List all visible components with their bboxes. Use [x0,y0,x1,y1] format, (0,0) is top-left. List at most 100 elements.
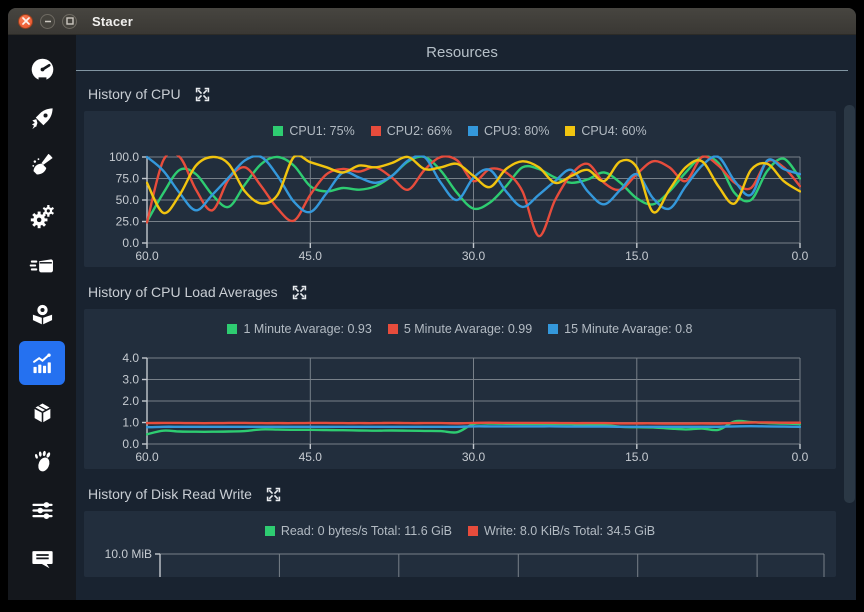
page-header: Resources [76,35,848,71]
sidebar-item-system-cleaner[interactable] [19,145,65,189]
stacer-window: Stacer [8,8,856,600]
cpu-legend: CPU1: 75% CPU2: 66% CPU3: 80% CPU4: 60% [84,119,836,143]
rocket-icon [29,105,56,132]
section-title: History of Disk Read Write [88,486,252,502]
svg-text:45.0: 45.0 [299,249,323,263]
svg-text:15.0: 15.0 [625,450,649,464]
screen: Stacer [0,0,864,612]
svg-text:75.0: 75.0 [116,172,140,186]
processes-icon [29,252,56,279]
minimize-button[interactable] [40,14,55,29]
maximize-button[interactable] [62,14,77,29]
legend-label: Write: 8.0 KiB/s Total: 34.5 GiB [484,524,655,538]
svg-text:0.0: 0.0 [122,437,139,451]
package-ball-icon [29,301,56,328]
scrollbar-thumb[interactable] [844,105,855,503]
legend-label: CPU1: 75% [289,124,354,138]
svg-text:0.0: 0.0 [792,450,809,464]
legend-item: CPU1: 75% [273,124,354,138]
legend-swatch [565,126,575,136]
expand-load-button[interactable] [292,285,307,300]
expand-icon [266,487,281,502]
cpu-history-card: CPU1: 75% CPU2: 66% CPU3: 80% CPU4: 60% … [84,111,836,267]
sidebar-item-apt-packages[interactable] [19,390,65,434]
legend-label: CPU3: 80% [484,124,549,138]
chat-icon [29,546,56,573]
disk-history-chart: 10.0 MiB [84,543,836,577]
section-title: History of CPU [88,86,181,102]
bar-chart-icon [29,350,56,377]
expand-icon [195,87,210,102]
sidebar-item-gnome-settings[interactable] [19,439,65,483]
scrollbar [844,71,855,600]
broom-icon [29,154,56,181]
legend-label: CPU4: 60% [581,124,646,138]
sidebar-item-dashboard[interactable] [19,47,65,91]
cpu-history-chart: 100.075.050.025.00.060.045.030.015.00.0 [84,143,836,267]
legend-swatch [388,324,398,334]
legend-swatch [468,126,478,136]
gears-icon [29,203,56,230]
legend-label: 15 Minute Avarage: 0.8 [564,322,692,336]
legend-label: 1 Minute Avarage: 0.93 [243,322,371,336]
svg-text:3.0: 3.0 [122,373,139,387]
svg-text:2.0: 2.0 [122,394,139,408]
expand-disk-button[interactable] [266,487,281,502]
close-button[interactable] [18,14,33,29]
svg-text:30.0: 30.0 [462,450,486,464]
legend-label: CPU2: 66% [387,124,452,138]
section-head-cpu: History of CPU [76,71,856,111]
box-icon [29,399,56,426]
disk-history-card: Read: 0 bytes/s Total: 11.6 GiB Write: 8… [84,511,836,577]
expand-icon [292,285,307,300]
load-average-card: 1 Minute Avarage: 0.93 5 Minute Avarage:… [84,309,836,469]
sidebar-item-services[interactable] [19,194,65,238]
legend-swatch [227,324,237,334]
maximize-icon [66,17,74,25]
page-title: Resources [426,44,498,61]
svg-text:60.0: 60.0 [135,249,159,263]
gnome-foot-icon [29,448,56,475]
legend-item: 15 Minute Avarage: 0.8 [548,322,692,336]
legend-item: 1 Minute Avarage: 0.93 [227,322,371,336]
legend-item: 5 Minute Avarage: 0.99 [388,322,532,336]
legend-label: 5 Minute Avarage: 0.99 [404,322,532,336]
sidebar-item-processes[interactable] [19,243,65,287]
sidebar-item-startup-apps[interactable] [19,96,65,140]
load-average-chart: 4.03.02.01.00.060.045.030.015.00.0 [84,341,836,469]
legend-swatch [371,126,381,136]
sidebar-item-feedback[interactable] [19,537,65,581]
expand-cpu-button[interactable] [195,87,210,102]
load-legend: 1 Minute Avarage: 0.93 5 Minute Avarage:… [84,317,836,341]
sidebar-item-resources[interactable] [19,341,65,385]
close-icon [22,17,30,25]
svg-text:1.0: 1.0 [122,416,139,430]
svg-text:60.0: 60.0 [135,450,159,464]
svg-text:50.0: 50.0 [116,193,140,207]
legend-item: CPU2: 66% [371,124,452,138]
svg-text:100.0: 100.0 [109,150,139,164]
gauge-icon [29,56,56,83]
legend-swatch [273,126,283,136]
minimize-icon [44,17,52,25]
window-title: Stacer [92,14,133,29]
section-head-disk: History of Disk Read Write [76,469,856,511]
section-head-load: History of CPU Load Averages [76,267,856,309]
sliders-icon [29,497,56,524]
svg-text:0.0: 0.0 [122,236,139,250]
svg-text:25.0: 25.0 [116,215,140,229]
legend-swatch [265,526,275,536]
legend-swatch [548,324,558,334]
sidebar-item-uninstaller[interactable] [19,292,65,336]
content: Resources History of CPU CPU1: 75% CPU2:… [76,35,856,600]
svg-text:10.0 MiB: 10.0 MiB [105,547,152,561]
titlebar[interactable]: Stacer [8,8,856,35]
svg-text:0.0: 0.0 [792,249,809,263]
legend-item: Write: 8.0 KiB/s Total: 34.5 GiB [468,524,655,538]
svg-text:30.0: 30.0 [462,249,486,263]
sidebar [8,35,76,600]
sidebar-item-settings[interactable] [19,488,65,532]
legend-swatch [468,526,478,536]
svg-text:4.0: 4.0 [122,351,139,365]
legend-item: Read: 0 bytes/s Total: 11.6 GiB [265,524,452,538]
